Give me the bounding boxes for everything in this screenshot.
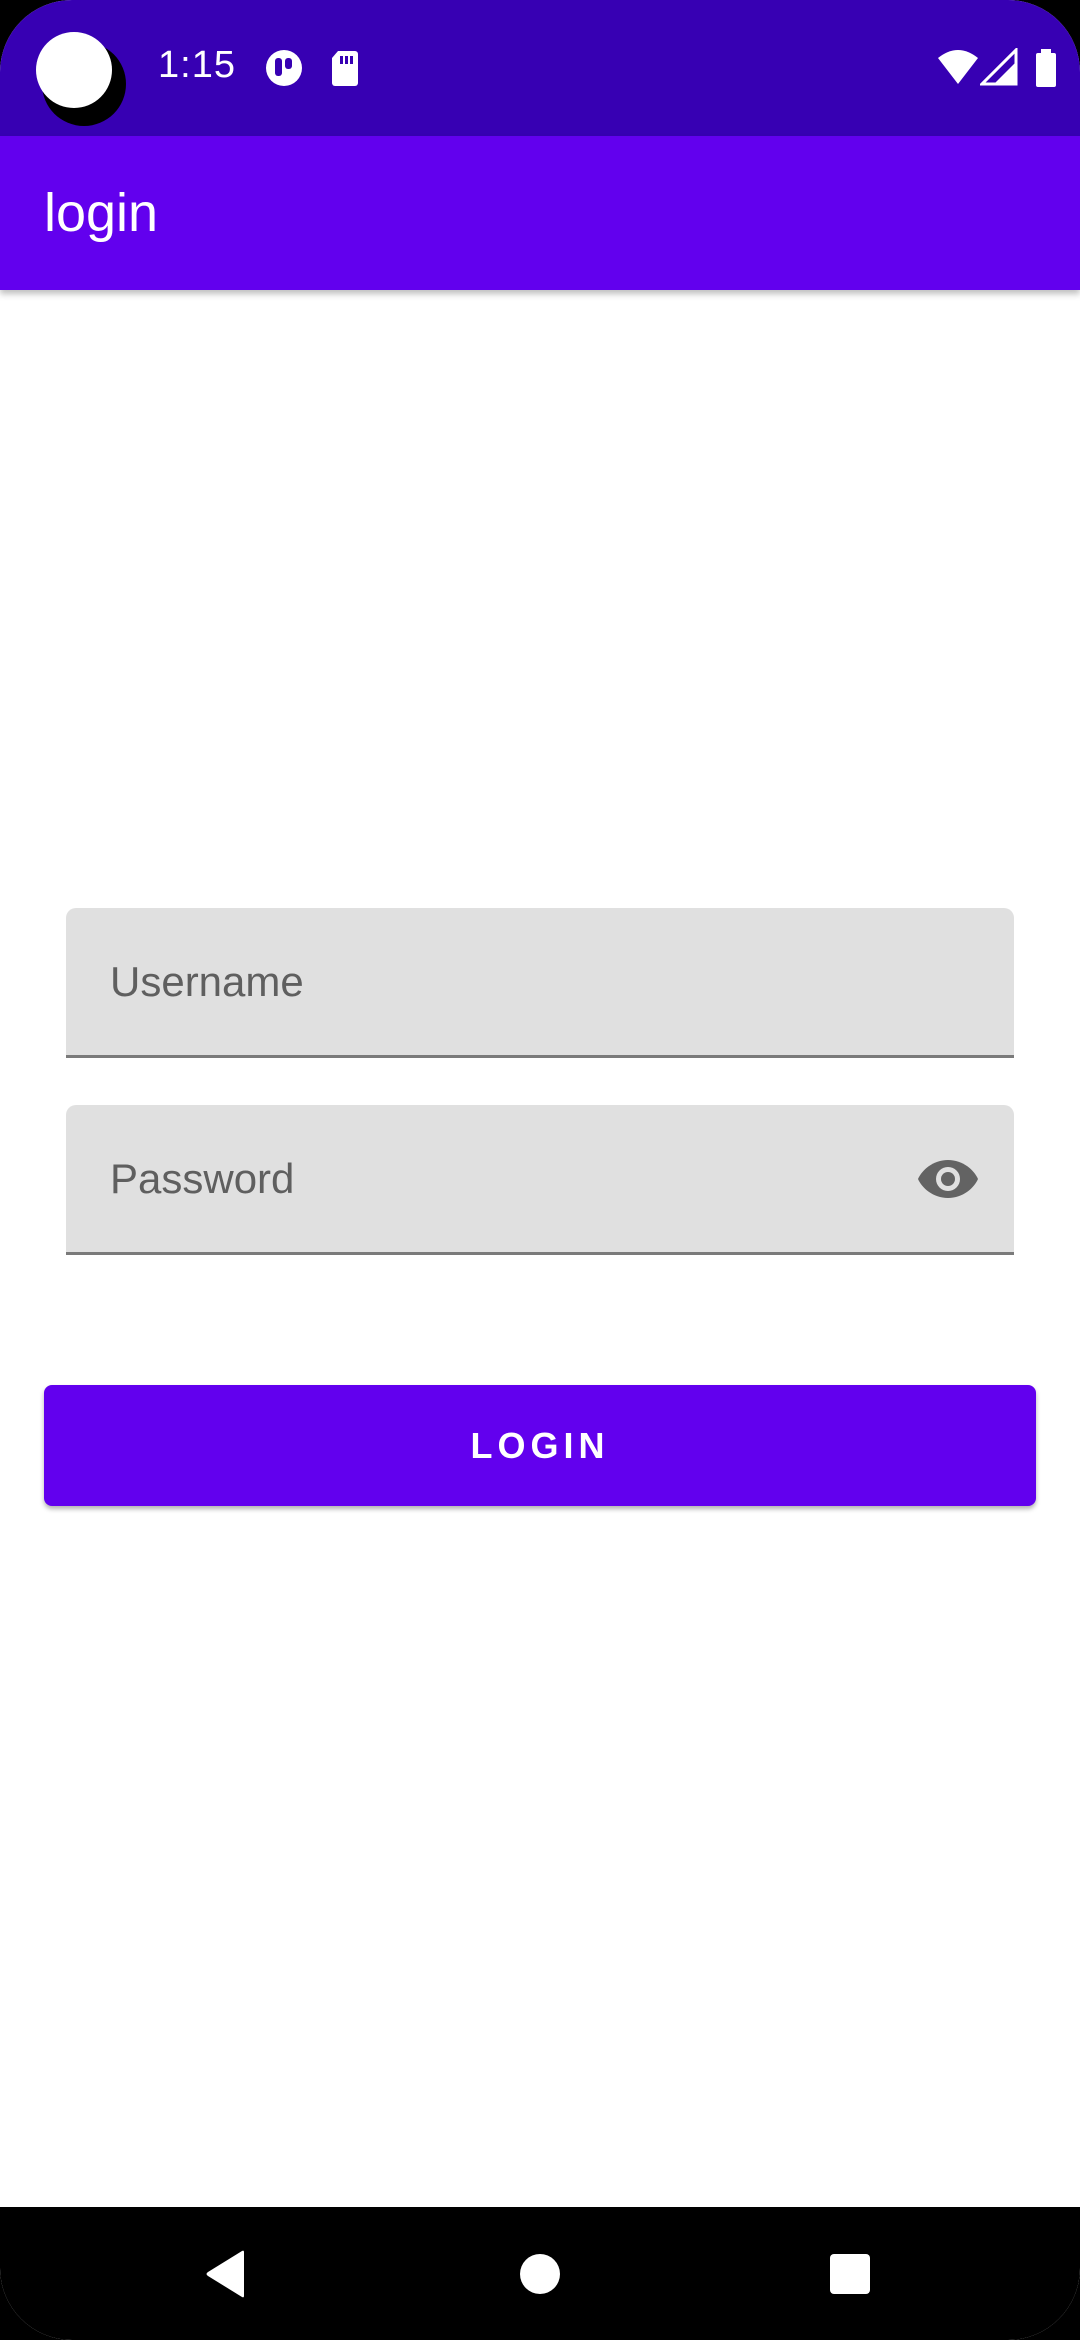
recents-button[interactable] bbox=[805, 2229, 895, 2319]
status-time: 1:15 bbox=[158, 44, 236, 86]
sd-card-icon bbox=[332, 51, 358, 86]
app-bar: login bbox=[0, 136, 1080, 290]
navigation-bar bbox=[0, 2207, 1080, 2340]
home-button[interactable] bbox=[495, 2229, 585, 2319]
username-field[interactable] bbox=[66, 908, 1014, 1058]
password-field[interactable] bbox=[66, 1105, 1014, 1255]
back-button[interactable] bbox=[181, 2229, 271, 2319]
back-icon bbox=[206, 2250, 244, 2297]
cell-signal-icon bbox=[980, 48, 1018, 86]
wifi-icon bbox=[938, 50, 978, 84]
page-title: login bbox=[44, 183, 159, 243]
login-button[interactable]: LOGIN bbox=[44, 1385, 1036, 1506]
password-visibility-toggle[interactable] bbox=[916, 1147, 980, 1211]
recents-icon bbox=[830, 2253, 870, 2294]
home-icon bbox=[520, 2253, 560, 2294]
eye-icon bbox=[918, 1159, 978, 1198]
username-input[interactable] bbox=[110, 908, 930, 1055]
password-input[interactable] bbox=[110, 1105, 930, 1252]
battery-icon bbox=[1036, 49, 1056, 87]
status-bar: 1:15 bbox=[0, 0, 1080, 136]
notification-app-icon bbox=[266, 50, 302, 86]
camera-cutout bbox=[36, 32, 126, 126]
phone-screen: 1:15 login Username LOGIN bbox=[0, 0, 1080, 2340]
